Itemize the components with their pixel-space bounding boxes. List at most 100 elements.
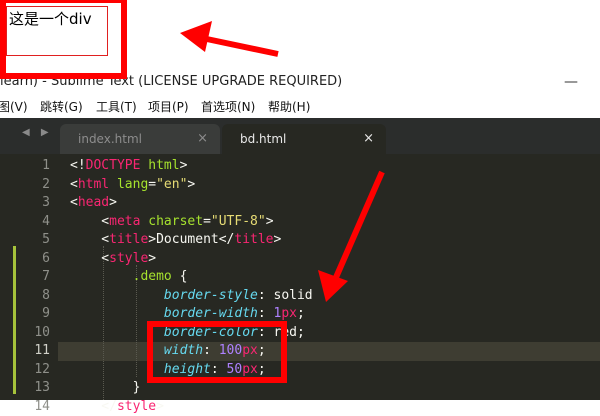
- code-token: >: [156, 399, 164, 414]
- code-token: html: [78, 177, 109, 192]
- code-token: title: [234, 232, 273, 247]
- code-line: <style>: [70, 250, 156, 269]
- line-number: 4: [0, 213, 50, 232]
- line-number: 9: [0, 305, 50, 324]
- code-token: ;: [258, 343, 266, 358]
- menu-item-project[interactable]: 项目(P): [148, 96, 189, 118]
- code-token: >Document</: [148, 232, 234, 247]
- menu-item-help[interactable]: 帮助(H): [268, 96, 310, 118]
- browser-preview: 这是一个div: [0, 0, 600, 68]
- line-number: 8: [0, 287, 50, 306]
- code-token: >: [109, 195, 117, 210]
- code-line: width: 100px;: [70, 342, 266, 361]
- code-token: [109, 177, 117, 192]
- code-area[interactable]: <!DOCTYPE html><html lang="en"><head> <m…: [70, 154, 600, 400]
- code-line: <!DOCTYPE html>: [70, 157, 187, 176]
- code-token: DOCTYPE: [86, 158, 141, 173]
- code-token: [70, 325, 164, 340]
- line-number-gutter: 1234567891011121314: [0, 154, 58, 400]
- code-token: html: [148, 158, 179, 173]
- code-editor[interactable]: 1234567891011121314 <!DOCTYPE html><html…: [0, 154, 600, 400]
- code-token: .demo: [133, 269, 172, 284]
- code-token: [70, 306, 164, 321]
- code-token: solid: [274, 288, 313, 303]
- line-number: 3: [0, 194, 50, 213]
- code-token: style: [109, 251, 148, 266]
- code-token: <: [70, 232, 109, 247]
- code-token: "en": [156, 177, 187, 192]
- code-token: <: [70, 251, 109, 266]
- code-token: <: [70, 214, 109, 229]
- line-number: 2: [0, 176, 50, 195]
- code-token: [70, 362, 164, 377]
- code-line: </style>: [70, 398, 164, 416]
- code-token: border-width: [164, 306, 258, 321]
- code-token: [70, 288, 164, 303]
- code-token: >: [266, 214, 274, 229]
- code-line: <title>Document</title>: [70, 231, 281, 250]
- code-token: meta: [109, 214, 140, 229]
- code-token: ;: [258, 362, 266, 377]
- code-token: :: [203, 343, 219, 358]
- code-line: <meta charset="UTF-8">: [70, 213, 274, 232]
- code-token: head: [78, 195, 109, 210]
- code-line: height: 50px;: [70, 361, 266, 380]
- tab-label: index.html: [78, 124, 142, 154]
- code-line: <head>: [70, 194, 117, 213]
- code-token: =: [203, 214, 211, 229]
- line-number: 1: [0, 157, 50, 176]
- tab-nav-arrows-icon[interactable]: ◀ ▶: [22, 127, 53, 138]
- line-number: 13: [0, 379, 50, 398]
- code-line: border-width: 1px;: [70, 305, 305, 324]
- code-token: px: [281, 306, 297, 321]
- tab-bd-html[interactable]: bd.html ×: [222, 124, 386, 154]
- code-token: px: [242, 343, 258, 358]
- code-token: >: [187, 177, 195, 192]
- code-token: 100: [219, 343, 242, 358]
- line-number: 5: [0, 231, 50, 250]
- menu-item-view[interactable]: 图(V): [0, 96, 28, 118]
- line-number: 12: [0, 361, 50, 380]
- line-number: 10: [0, 324, 50, 343]
- menu-item-tools[interactable]: 工具(T): [96, 96, 137, 118]
- code-token: border-color: [164, 325, 258, 340]
- code-token: [70, 269, 133, 284]
- code-token: {: [172, 269, 188, 284]
- close-icon[interactable]: ×: [197, 124, 208, 154]
- code-line: border-style: solid: [70, 287, 313, 306]
- minimize-icon[interactable]: —: [564, 68, 578, 96]
- code-line: .demo {: [70, 268, 187, 287]
- code-token: >: [148, 251, 156, 266]
- code-token: "UTF-8": [211, 214, 266, 229]
- code-token: </: [70, 399, 117, 414]
- menu-item-goto[interactable]: 跳转(G): [40, 96, 83, 118]
- code-token: width: [164, 343, 203, 358]
- code-token: >: [274, 232, 282, 247]
- code-token: [70, 343, 164, 358]
- code-token: =: [148, 177, 156, 192]
- code-token: charset: [148, 214, 203, 229]
- code-token: <: [70, 177, 78, 192]
- menu-item-preferences[interactable]: 首选项(N): [201, 96, 255, 118]
- code-line: border-color: red;: [70, 324, 305, 343]
- code-token: ;: [297, 306, 305, 321]
- code-token: <!: [70, 158, 86, 173]
- line-number: 14: [0, 398, 50, 416]
- code-token: title: [109, 232, 148, 247]
- code-token: :: [211, 362, 227, 377]
- line-number: 11: [0, 342, 50, 361]
- code-line: }: [70, 379, 140, 398]
- code-token: border-style: [164, 288, 258, 303]
- demo-div: 这是一个div: [6, 6, 108, 56]
- menu-bar: 图(V) 跳转(G) 工具(T) 项目(P) 首选项(N) 帮助(H): [0, 96, 600, 118]
- code-token: px: [242, 362, 258, 377]
- close-icon[interactable]: ×: [363, 124, 374, 154]
- code-line: <html lang="en">: [70, 176, 195, 195]
- code-token: :: [258, 306, 274, 321]
- code-token: }: [70, 380, 140, 395]
- code-token: lang: [117, 177, 148, 192]
- tab-index-html[interactable]: index.html ×: [60, 124, 220, 154]
- code-token: :: [258, 288, 274, 303]
- title-bar: learn) - Sublime Text (LICENSE UPGRADE R…: [0, 68, 600, 96]
- code-token: : red;: [258, 325, 305, 340]
